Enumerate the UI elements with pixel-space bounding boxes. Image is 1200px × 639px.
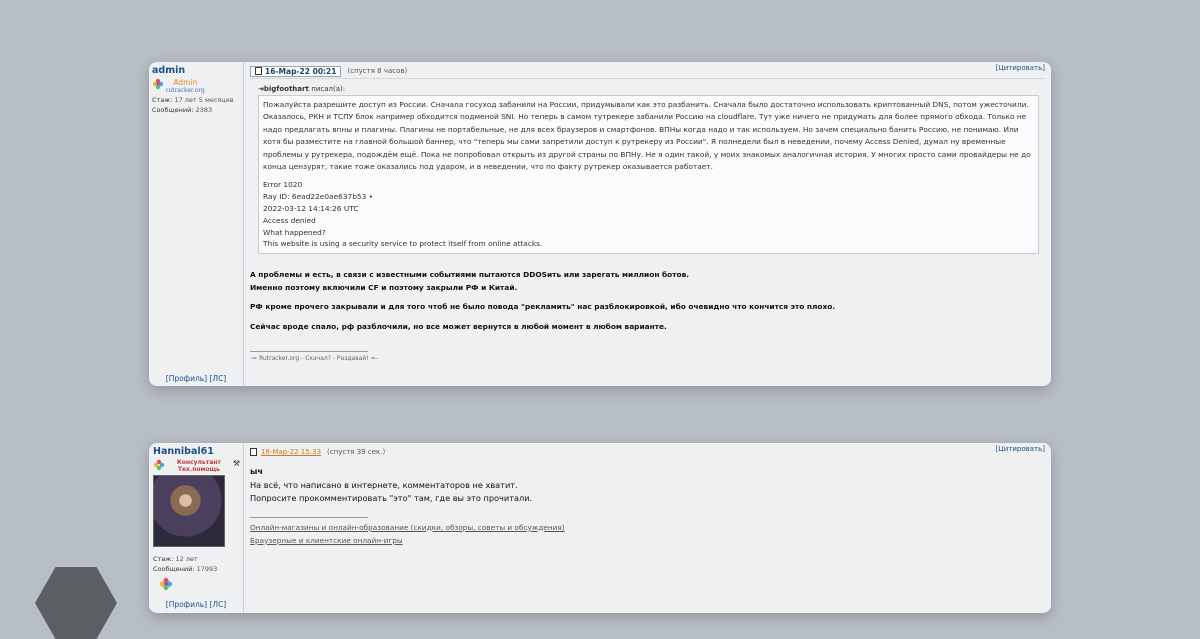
rank-flower-icon	[153, 459, 165, 471]
pm-link[interactable]: [ЛС]	[210, 374, 227, 383]
messages-value: 2383	[195, 106, 213, 114]
messages-label: Сообщений:	[153, 565, 195, 573]
reply-text: Именно поэтому включили CF и поэтому зак…	[250, 282, 518, 292]
badge-icon	[159, 577, 173, 591]
error-line: Access denied	[263, 215, 316, 225]
author-username[interactable]: Hannibal61	[153, 446, 240, 457]
post-author-panel: admin Admin rutracker.org Стаж: 17 лет 5…	[149, 62, 244, 386]
tenure-label: Стаж:	[152, 96, 173, 104]
post-elapsed: (спустя 8 часов)	[347, 67, 408, 75]
quote-author[interactable]: bigfoothart	[264, 85, 309, 93]
signature-link[interactable]: Онлайн-магазины и онлайн-образование (ск…	[250, 521, 1045, 534]
forum-post-hannibal: Hannibal61 Консультант Тех.помощь ⚒ Стаж…	[149, 443, 1051, 613]
post-header: 16-Мар-22 00:21 (спустя 8 часов)	[250, 64, 1045, 79]
error-line: Error 1020	[263, 180, 303, 190]
post-text: ыч На всё, что написано в интернете, ком…	[250, 465, 1045, 506]
signature: -= Rutracker.org - Скачал? - Раздавай! =…	[250, 355, 378, 363]
post-author-panel: Hannibal61 Консультант Тех.помощь ⚒ Стаж…	[149, 443, 244, 613]
messages-value: 17993	[196, 565, 218, 573]
post-body: 16-Мар-22 00:21 (спустя 8 часов) [Цитиро…	[244, 62, 1051, 386]
post-link-icon	[250, 448, 257, 456]
post-elapsed: (спустя 39 сек.)	[327, 448, 386, 456]
quote-header: ⇥bigfoothart писал(а):	[258, 85, 1045, 93]
author-rank: Консультант Тех.помощь ⚒	[153, 459, 240, 473]
message-count: Сообщений: 2383	[152, 106, 240, 114]
avatar	[153, 475, 225, 547]
profile-link[interactable]: [Профиль]	[166, 600, 207, 609]
profile-links: [Профиль] [ЛС]	[149, 600, 243, 609]
post-line: Попросите прокомментировать "это" там, г…	[250, 493, 533, 503]
post-body: 18-Мар-22 15:33 (спустя 39 сек.) [Цитиро…	[244, 443, 1051, 613]
post-line: ыч	[250, 466, 264, 476]
error-line: 2022-03-12 14:14:26 UTC	[263, 204, 359, 214]
tenure-value: 12 лет	[175, 555, 198, 563]
post-date-box[interactable]: 16-Мар-22 00:21	[250, 65, 342, 77]
post-line: На всё, что написано в интернете, коммен…	[250, 479, 518, 490]
rank-site: rutracker.org	[166, 87, 205, 94]
forum-post-admin: admin Admin rutracker.org Стаж: 17 лет 5…	[149, 62, 1051, 386]
reply-text: Сейчас вроде спало, рф разблочили, но вс…	[250, 321, 667, 331]
rank-flower-icon	[152, 78, 164, 90]
post-link-icon	[255, 67, 262, 75]
post-header: 18-Мар-22 15:33 (спустя 39 сек.)	[250, 445, 1045, 459]
error-block: Error 1020 Ray ID: 6ead22e0ae637b53 • 20…	[263, 179, 1034, 250]
error-line: What happened?	[263, 227, 326, 237]
tenure: Стаж: 17 лет 5 месяцев	[152, 96, 240, 104]
cite-button[interactable]: [Цитировать]	[996, 64, 1045, 72]
reply-text: РФ кроме прочего закрывали и для того чт…	[250, 302, 836, 312]
quote-text: Пожалуйста разрешите доступ из России. С…	[263, 100, 1031, 172]
quote-block: Пожалуйста разрешите доступ из России. С…	[258, 95, 1039, 255]
rank-title: Admin	[173, 78, 198, 87]
tenure-value: 17 лет 5 месяцев	[174, 96, 234, 104]
error-line: This website is using a security service…	[263, 239, 543, 249]
signature-divider	[250, 351, 368, 353]
tenure: Стаж: 12 лет	[153, 555, 240, 563]
messages-label: Сообщений:	[152, 106, 194, 114]
reply-text: А проблемы и есть, в связи с известными …	[250, 270, 690, 280]
message-count: Сообщений: 17993	[153, 565, 240, 573]
error-line: Ray ID: 6ead22e0ae637b53 •	[263, 192, 374, 202]
decorative-hexagon	[35, 567, 117, 639]
author-rank: Admin rutracker.org	[152, 78, 240, 94]
quote-wrote: писал(а):	[311, 85, 346, 93]
profile-link[interactable]: [Профиль]	[166, 374, 207, 383]
signature-divider	[250, 516, 368, 518]
tools-icon: ⚒	[232, 459, 240, 468]
post-date: 16-Мар-22 00:21	[265, 66, 337, 76]
post-date[interactable]: 18-Мар-22 15:33	[261, 448, 321, 456]
author-username[interactable]: admin	[152, 65, 240, 76]
rank-title: Консультант Тех.помощь	[176, 459, 221, 473]
profile-links: [Профиль] [ЛС]	[149, 374, 243, 383]
signature-link[interactable]: Браузерные и клиентские онлайн-игры	[250, 534, 1045, 547]
tenure-label: Стаж:	[153, 555, 174, 563]
pm-link[interactable]: [ЛС]	[210, 600, 227, 609]
cite-button[interactable]: [Цитировать]	[996, 445, 1045, 453]
